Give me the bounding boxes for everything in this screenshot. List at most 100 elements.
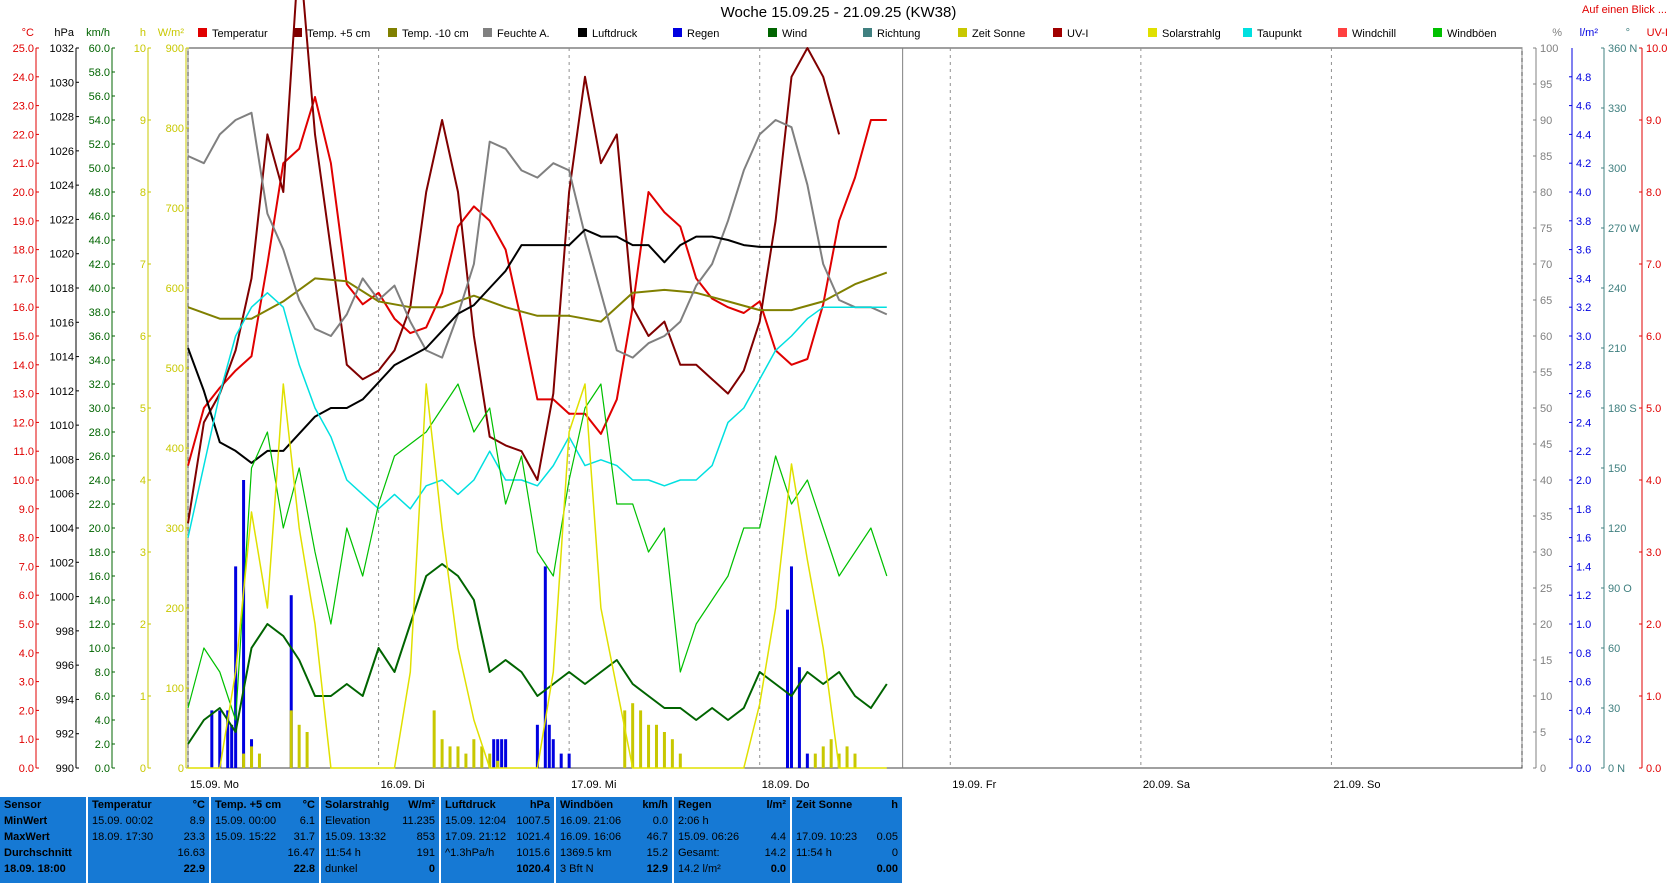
- axis-tick-label-wind: 50.0: [89, 163, 110, 175]
- x-tick-label: 16.09. Di: [381, 779, 425, 791]
- axis-tick-label-pressure: 992: [56, 729, 74, 741]
- axis-tick-label-wind: 12.0: [89, 619, 110, 631]
- legend-entry: Solarstrahlg: [1162, 28, 1221, 40]
- axis-tick-label-humidity: 85: [1540, 151, 1552, 163]
- axis-tick-label-wind: 46.0: [89, 211, 110, 223]
- bar-zeit-sonne: [829, 739, 833, 768]
- axis-tick-label-wind: 22.0: [89, 499, 110, 511]
- axis-tick-label-wind: 54.0: [89, 115, 110, 127]
- axis-unit-uv: UV-I: [1647, 27, 1668, 39]
- axis-tick-label-rain: 2.8: [1576, 360, 1591, 372]
- bar-regen: [492, 739, 496, 768]
- bar-regen: [789, 566, 793, 768]
- legend-swatch: [198, 28, 207, 37]
- stats-column: Windböen km/h 16.09. 21:06 0.0 16.09. 16:06 4…: [556, 797, 672, 883]
- axis-tick-label-temp: 23.0: [13, 101, 34, 113]
- bar-regen: [547, 724, 551, 768]
- axis-tick-label-wind: 28.0: [89, 427, 110, 439]
- axis-tick-label-uv: 7.0: [1646, 259, 1661, 271]
- axis-tick-label-solar: 0: [178, 763, 184, 775]
- axis-tick-label-hours: 0: [140, 763, 146, 775]
- bar-zeit-sonne: [456, 746, 460, 768]
- bar-zeit-sonne: [845, 746, 849, 768]
- axis-tick-label-direction: 120: [1608, 523, 1626, 535]
- axis-tick-label-direction: 0 N: [1608, 763, 1625, 775]
- axis-tick-label-temp: 4.0: [19, 648, 34, 660]
- axis-tick-label-solar: 200: [166, 603, 184, 615]
- axis-tick-label-humidity: 5: [1540, 727, 1546, 739]
- legend-swatch: [483, 28, 492, 37]
- stats-column-header: Solarstrahlg W/m²: [325, 799, 435, 811]
- axis-tick-label-humidity: 90: [1540, 115, 1552, 127]
- axis-tick-label-rain: 4.8: [1576, 72, 1591, 84]
- axis-tick-label-temp: 1.0: [19, 734, 34, 746]
- axis-tick-label-pressure: 1026: [50, 146, 74, 158]
- stats-cell: [792, 813, 902, 829]
- x-tick-label: 21.09. So: [1333, 779, 1380, 791]
- bar-zeit-sonne: [496, 760, 500, 768]
- legend-entry: Richtung: [877, 28, 920, 40]
- axis-tick-label-wind: 56.0: [89, 91, 110, 103]
- axis-tick-label-temp: 5.0: [19, 619, 34, 631]
- stats-column-header: Temperatur °C: [92, 799, 205, 811]
- axis-tick-label-humidity: 95: [1540, 79, 1552, 91]
- axis-tick-label-solar: 800: [166, 123, 184, 135]
- axis-tick-label-hours: 2: [140, 619, 146, 631]
- axis-tick-label-temp: 13.0: [13, 389, 34, 401]
- axis-tick-label-temp: 16.0: [13, 302, 34, 314]
- bar-regen: [805, 753, 809, 768]
- stats-column: Solarstrahlg W/m² Elevation 11.235 15.09. 13…: [321, 797, 439, 883]
- axis-tick-label-humidity: 10: [1540, 691, 1552, 703]
- axis-tick-label-solar: 400: [166, 443, 184, 455]
- bar-zeit-sonne: [662, 732, 666, 768]
- stats-column-header: Sensor: [4, 799, 42, 811]
- axis-tick-label-solar: 500: [166, 363, 184, 375]
- axis-tick-label-rain: 3.8: [1576, 216, 1591, 228]
- axis-tick-label-hours: 3: [140, 547, 146, 559]
- axis-tick-label-wind: 34.0: [89, 355, 110, 367]
- axis-tick-label-wind: 38.0: [89, 307, 110, 319]
- legend-swatch: [1053, 28, 1062, 37]
- axis-tick-label-pressure: 1024: [50, 180, 74, 192]
- axis-tick-label-rain: 1.4: [1576, 561, 1591, 573]
- axis-tick-label-wind: 48.0: [89, 187, 110, 199]
- x-tick-label: 15.09. Mo: [190, 779, 239, 791]
- legend-entry: Zeit Sonne: [972, 28, 1025, 40]
- axis-tick-label-direction: 300: [1608, 163, 1626, 175]
- axis-unit-solar: W/m²: [158, 27, 185, 39]
- axis-tick-label-solar: 700: [166, 203, 184, 215]
- axis-tick-label-solar: 600: [166, 283, 184, 295]
- bar-zeit-sonne: [305, 732, 309, 768]
- axis-tick-label-uv: 3.0: [1646, 547, 1661, 559]
- axis-tick-label-rain: 4.2: [1576, 158, 1591, 170]
- legend-entry: Luftdruck: [592, 28, 638, 40]
- axis-tick-label-humidity: 70: [1540, 259, 1552, 271]
- legend-swatch: [1243, 28, 1252, 37]
- axis-tick-label-wind: 52.0: [89, 139, 110, 151]
- bar-regen: [551, 739, 555, 768]
- axis-tick-label-pressure: 1006: [50, 489, 74, 501]
- axis-tick-label-uv: 0.0: [1646, 763, 1661, 775]
- axis-tick-label-pressure: 994: [56, 694, 74, 706]
- axis-tick-label-pressure: 1004: [50, 523, 74, 535]
- x-tick-label: 17.09. Mi: [571, 779, 616, 791]
- axis-tick-label-rain: 2.6: [1576, 389, 1591, 401]
- stats-cell: 16.47: [287, 847, 315, 859]
- axis-tick-label-rain: 0.8: [1576, 648, 1591, 660]
- axis-tick-label-rain: 0.6: [1576, 677, 1591, 689]
- stats-cell: 18.09. 18:00: [4, 863, 66, 875]
- bar-zeit-sonne: [821, 746, 825, 768]
- axis-tick-label-rain: 0.4: [1576, 705, 1591, 717]
- stats-cell: MinWert: [4, 815, 48, 827]
- stats-cell: 14.2 l/m² 0.0: [678, 863, 786, 875]
- bar-zeit-sonne: [853, 753, 857, 768]
- legend-swatch: [768, 28, 777, 37]
- legend-swatch: [1148, 28, 1157, 37]
- axis-tick-label-wind: 8.0: [95, 667, 110, 679]
- axis-tick-label-uv: 9.0: [1646, 115, 1661, 127]
- axis-tick-label-pressure: 1022: [50, 214, 74, 226]
- axis-tick-label-direction: 360 N: [1608, 43, 1637, 55]
- legend-swatch: [1338, 28, 1347, 37]
- x-tick-label: 19.09. Fr: [952, 779, 996, 791]
- stats-column-header: Windböen km/h: [560, 799, 668, 811]
